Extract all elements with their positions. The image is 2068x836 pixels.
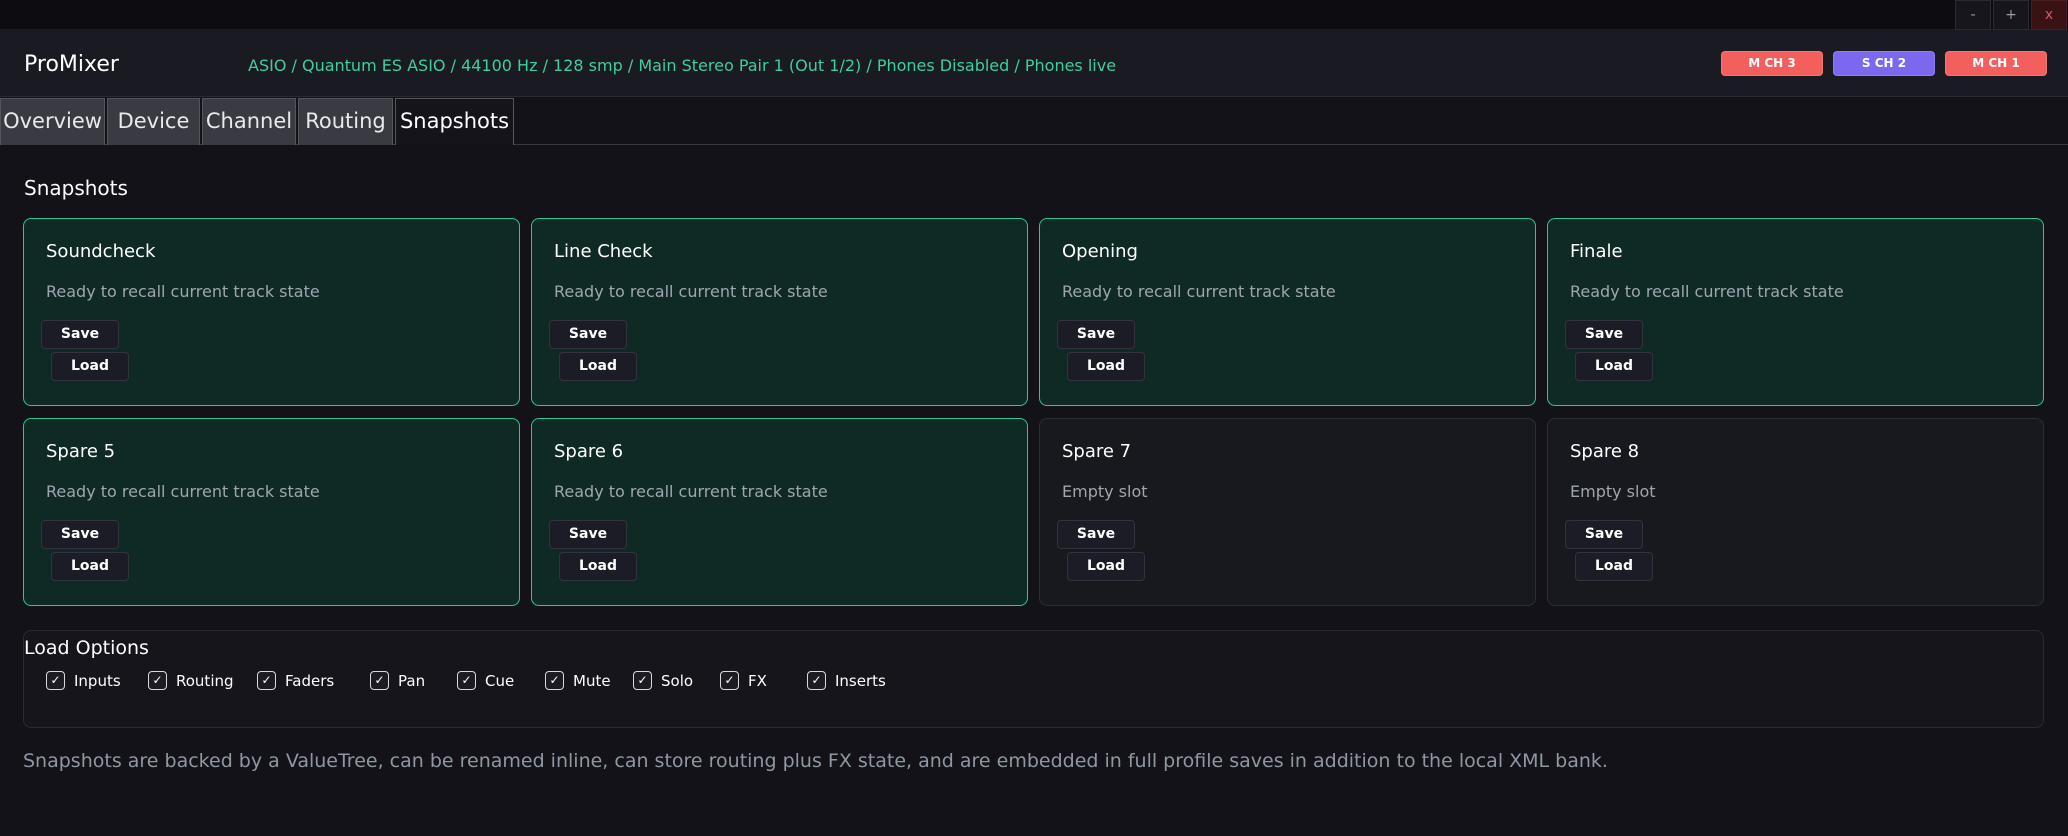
title-bar: - + x [0, 0, 2068, 30]
save-button[interactable]: Save [1057, 320, 1135, 349]
option-label: Mute [573, 672, 611, 690]
checkbox-checked-icon[interactable]: ✓ [457, 671, 476, 690]
load-button[interactable]: Load [51, 352, 129, 381]
save-button[interactable]: Save [41, 520, 119, 549]
minimize-button[interactable]: - [1955, 0, 1991, 30]
snapshot-name[interactable]: Opening [1062, 241, 1138, 262]
app-title: ProMixer [24, 52, 119, 77]
snapshot-status: Ready to recall current track state [1062, 282, 1336, 301]
option-label: Cue [485, 672, 515, 690]
close-button[interactable]: x [2031, 0, 2067, 30]
checkbox-checked-icon[interactable]: ✓ [257, 671, 276, 690]
snapshot-card: Finale Ready to recall current track sta… [1547, 218, 2044, 406]
tab-snapshots[interactable]: Snapshots [395, 98, 514, 145]
tab-channel[interactable]: Channel [202, 98, 296, 145]
snapshot-status: Ready to recall current track state [554, 282, 828, 301]
load-button[interactable]: Load [51, 552, 129, 581]
load-button[interactable]: Load [1575, 552, 1653, 581]
snapshot-card: Spare 6 Ready to recall current track st… [531, 418, 1028, 606]
load-button[interactable]: Load [1067, 352, 1145, 381]
checkbox-checked-icon[interactable]: ✓ [633, 671, 652, 690]
save-button[interactable]: Save [1565, 320, 1643, 349]
save-button[interactable]: Save [549, 320, 627, 349]
audio-status: ASIO / Quantum ES ASIO / 44100 Hz / 128 … [248, 56, 1117, 75]
snapshot-status: Ready to recall current track state [1570, 282, 1844, 301]
save-button[interactable]: Save [41, 320, 119, 349]
checkbox-checked-icon[interactable]: ✓ [545, 671, 564, 690]
snapshot-card: Line Check Ready to recall current track… [531, 218, 1028, 406]
option-label: Pan [398, 672, 426, 690]
snapshot-status: Empty slot [1062, 482, 1148, 501]
load-options-panel: Load Options ✓ Inputs ✓ Routing ✓ Faders… [23, 630, 2044, 728]
load-button[interactable]: Load [1067, 552, 1145, 581]
app-header: ProMixer ASIO / Quantum ES ASIO / 44100 … [0, 30, 2068, 97]
option-label: Routing [176, 672, 234, 690]
footnote: Snapshots are backed by a ValueTree, can… [23, 750, 1608, 772]
checkbox-checked-icon[interactable]: ✓ [370, 671, 389, 690]
save-button[interactable]: Save [1565, 520, 1643, 549]
tab-bar: Overview Device Channel Routing Snapshot… [0, 97, 2068, 145]
save-button[interactable]: Save [549, 520, 627, 549]
checkbox-checked-icon[interactable]: ✓ [46, 671, 65, 690]
option-label: Inputs [74, 672, 121, 690]
maximize-button[interactable]: + [1993, 0, 2029, 30]
option-label: FX [748, 672, 767, 690]
snapshot-status: Ready to recall current track state [46, 482, 320, 501]
load-button[interactable]: Load [1575, 352, 1653, 381]
snapshot-status: Empty slot [1570, 482, 1656, 501]
snapshot-card: Soundcheck Ready to recall current track… [23, 218, 520, 406]
checkbox-checked-icon[interactable]: ✓ [720, 671, 739, 690]
load-options-title: Load Options [24, 637, 149, 659]
section-title: Snapshots [24, 176, 128, 200]
tab-routing[interactable]: Routing [298, 98, 393, 145]
save-button[interactable]: Save [1057, 520, 1135, 549]
channel-button-s-ch-2[interactable]: S CH 2 [1833, 51, 1935, 76]
snapshot-status: Ready to recall current track state [46, 282, 320, 301]
snapshot-name[interactable]: Spare 7 [1062, 441, 1131, 462]
channel-button-m-ch-3[interactable]: M CH 3 [1721, 51, 1823, 76]
tab-device[interactable]: Device [107, 98, 200, 145]
snapshot-name[interactable]: Spare 6 [554, 441, 623, 462]
snapshot-name[interactable]: Spare 5 [46, 441, 115, 462]
checkbox-checked-icon[interactable]: ✓ [807, 671, 826, 690]
snapshot-name[interactable]: Spare 8 [1570, 441, 1639, 462]
option-label: Faders [285, 672, 335, 690]
checkbox-checked-icon[interactable]: ✓ [148, 671, 167, 690]
option-label: Solo [661, 672, 694, 690]
snapshot-name[interactable]: Soundcheck [46, 241, 155, 262]
snapshot-name[interactable]: Line Check [554, 241, 653, 262]
option-label: Inserts [835, 672, 886, 690]
snapshot-status: Ready to recall current track state [554, 482, 828, 501]
channel-button-m-ch-1[interactable]: M CH 1 [1945, 51, 2047, 76]
snapshot-card: Spare 8 Empty slot Save Load [1547, 418, 2044, 606]
snapshot-name[interactable]: Finale [1570, 241, 1623, 262]
tab-overview[interactable]: Overview [0, 98, 105, 145]
snapshot-card: Opening Ready to recall current track st… [1039, 218, 1536, 406]
snapshot-card: Spare 5 Ready to recall current track st… [23, 418, 520, 606]
snapshot-card: Spare 7 Empty slot Save Load [1039, 418, 1536, 606]
load-button[interactable]: Load [559, 352, 637, 381]
load-button[interactable]: Load [559, 552, 637, 581]
